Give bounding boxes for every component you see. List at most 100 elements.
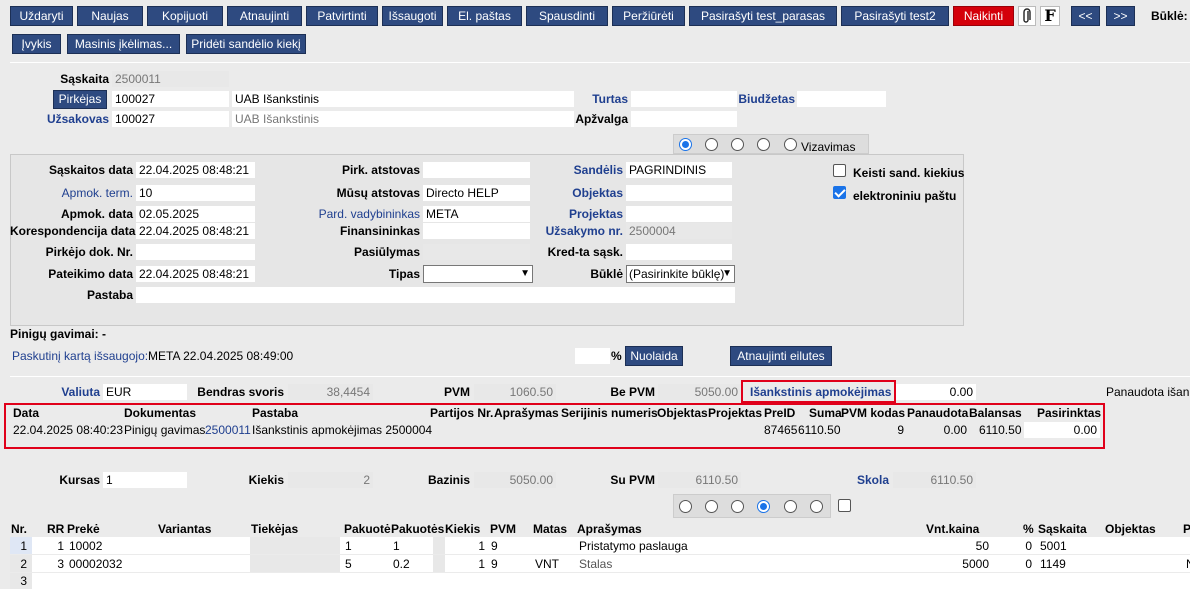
- view-radio-2[interactable]: [705, 138, 718, 151]
- rows-radio-1[interactable]: [679, 500, 692, 513]
- asset-field[interactable]: [631, 91, 737, 107]
- currency-field[interactable]: EUR: [103, 384, 187, 400]
- mass-import-button[interactable]: Masinis įkėlimas...: [67, 34, 180, 54]
- debt-label[interactable]: Skola: [840, 472, 889, 488]
- row-pack1[interactable]: 1: [345, 538, 352, 554]
- new-button[interactable]: Naujas: [77, 6, 143, 26]
- credit-invoice-field[interactable]: [626, 244, 732, 260]
- sales-manager-field[interactable]: META: [423, 206, 530, 222]
- invoice-date-field[interactable]: 22.04.2025 08:48:21: [136, 162, 255, 178]
- f-button[interactable]: F: [1040, 6, 1060, 26]
- object-field[interactable]: [626, 185, 732, 201]
- copy-button[interactable]: Kopijuoti: [147, 6, 223, 26]
- buyer-doc-field[interactable]: [136, 244, 255, 260]
- preview-button[interactable]: Peržiūrėti: [612, 6, 685, 26]
- buyer-button[interactable]: Pirkėjas: [53, 90, 107, 109]
- financier-field[interactable]: [423, 223, 530, 239]
- close-button[interactable]: Uždaryti: [10, 6, 73, 26]
- row-unit-price[interactable]: 50: [926, 538, 989, 554]
- payment-date-field[interactable]: 02.05.2025: [136, 206, 255, 222]
- buyer-rep-field[interactable]: [423, 162, 530, 178]
- prepay-selected-field[interactable]: 0.00: [1024, 422, 1100, 438]
- attachment-icon[interactable]: [1018, 6, 1036, 26]
- add-warehouse-qty-button[interactable]: Pridėti sandėlio kiekį: [186, 34, 306, 54]
- refresh-button[interactable]: Atnaujinti: [227, 6, 302, 26]
- payment-term-label[interactable]: Apmok. term.: [14, 185, 133, 201]
- row-vat[interactable]: 9: [491, 556, 498, 572]
- prepay-doc-link[interactable]: 2500011: [205, 422, 251, 438]
- rows-radio-5[interactable]: [784, 500, 797, 513]
- buyer-name-field[interactable]: UAB Išankstinis: [232, 91, 574, 107]
- project-field[interactable]: [626, 206, 732, 222]
- row-pack2[interactable]: 1: [393, 538, 400, 554]
- rows-radio-4[interactable]: [757, 500, 770, 513]
- currency-label[interactable]: Valiuta: [40, 384, 100, 400]
- row-description[interactable]: Pristatymo paslauga: [579, 538, 688, 554]
- view-radio-3[interactable]: [731, 138, 744, 151]
- orderer-code-field[interactable]: 100027: [112, 111, 229, 127]
- rows-checkbox[interactable]: [838, 499, 851, 512]
- next-record-button[interactable]: >>: [1106, 6, 1135, 26]
- asset-label[interactable]: Turtas: [580, 91, 628, 107]
- row-description[interactable]: Stalas: [579, 556, 612, 572]
- budget-label[interactable]: Biudžetas: [738, 91, 795, 107]
- buyer-code-field[interactable]: 100027: [112, 91, 229, 107]
- note-field[interactable]: [136, 287, 735, 303]
- row-item[interactable]: 10002: [69, 538, 102, 554]
- sales-manager-label[interactable]: Pard. vadybininkas: [290, 206, 420, 222]
- order-number-label[interactable]: Užsakymo nr.: [530, 223, 623, 239]
- offer-field[interactable]: [423, 244, 530, 260]
- rate-field[interactable]: 1: [103, 472, 187, 488]
- discount-button[interactable]: Nuolaida: [625, 346, 683, 366]
- rows-radio-6[interactable]: [810, 500, 823, 513]
- view-radio-1[interactable]: [679, 138, 692, 151]
- row-unit[interactable]: VNT: [535, 556, 559, 572]
- sign-test-parasas-button[interactable]: Pasirašyti test_parasas: [689, 6, 837, 26]
- change-qty-checkbox[interactable]: [833, 164, 846, 177]
- budget-field[interactable]: [797, 91, 886, 107]
- row-qty[interactable]: 1: [448, 556, 485, 572]
- print-button[interactable]: Spausdinti: [526, 6, 608, 26]
- row-discount[interactable]: 0: [1010, 556, 1032, 572]
- row-account[interactable]: 1149: [1040, 556, 1066, 572]
- status-select[interactable]: (Pasirinkite būklę) ▼: [626, 265, 735, 283]
- discount-percent-field[interactable]: [575, 348, 610, 364]
- row-qty[interactable]: 1: [448, 538, 485, 554]
- our-rep-field[interactable]: Directo HELP: [423, 185, 530, 201]
- rows-radio-3[interactable]: [731, 500, 744, 513]
- warehouse-label[interactable]: Sandėlis: [540, 162, 623, 178]
- save-button[interactable]: Išsaugoti: [382, 6, 443, 26]
- confirm-button[interactable]: Patvirtinti: [306, 6, 378, 26]
- overview-field[interactable]: [631, 111, 737, 127]
- sign-test2-button[interactable]: Pasirašyti test2: [841, 6, 949, 26]
- row-unit-price[interactable]: 5000: [926, 556, 989, 572]
- prev-record-button[interactable]: <<: [1071, 6, 1100, 26]
- prepayment-field[interactable]: 0.00: [896, 384, 976, 400]
- row-item[interactable]: 00002032: [69, 556, 122, 572]
- row-pack2[interactable]: 0.2: [393, 556, 410, 572]
- event-button[interactable]: Įvykis: [12, 34, 61, 54]
- order-number-field[interactable]: 2500004: [626, 223, 732, 239]
- row-account[interactable]: 5001: [1040, 538, 1067, 554]
- invoice-number-field[interactable]: 2500011: [112, 71, 229, 87]
- email-button[interactable]: El. paštas: [447, 6, 522, 26]
- email-checkbox[interactable]: [833, 186, 846, 199]
- rows-radio-2[interactable]: [705, 500, 718, 513]
- submission-date-field[interactable]: 22.04.2025 08:48:21: [136, 266, 255, 282]
- last-saved-label[interactable]: Paskutinį kartą išsaugojo:: [12, 348, 148, 364]
- type-select[interactable]: ▼: [423, 265, 533, 283]
- row-discount[interactable]: 0: [1010, 538, 1032, 554]
- row-vat[interactable]: 9: [491, 538, 498, 554]
- row-pack1[interactable]: 5: [345, 556, 352, 572]
- payment-term-field[interactable]: 10: [136, 185, 255, 201]
- orderer-label[interactable]: Užsakovas: [40, 111, 109, 127]
- warehouse-field[interactable]: PAGRINDINIS: [626, 162, 732, 178]
- update-rows-button[interactable]: Atnaujinti eilutes: [730, 346, 832, 366]
- delete-button[interactable]: Naikinti: [953, 6, 1014, 26]
- vizavimas-radio[interactable]: [784, 138, 797, 151]
- object-label[interactable]: Objektas: [540, 185, 623, 201]
- orderer-name-field[interactable]: UAB Išankstinis: [232, 111, 574, 127]
- correspondence-date-field[interactable]: 22.04.2025 08:48:21: [136, 223, 255, 239]
- view-radio-4[interactable]: [757, 138, 770, 151]
- project-label[interactable]: Projektas: [540, 206, 623, 222]
